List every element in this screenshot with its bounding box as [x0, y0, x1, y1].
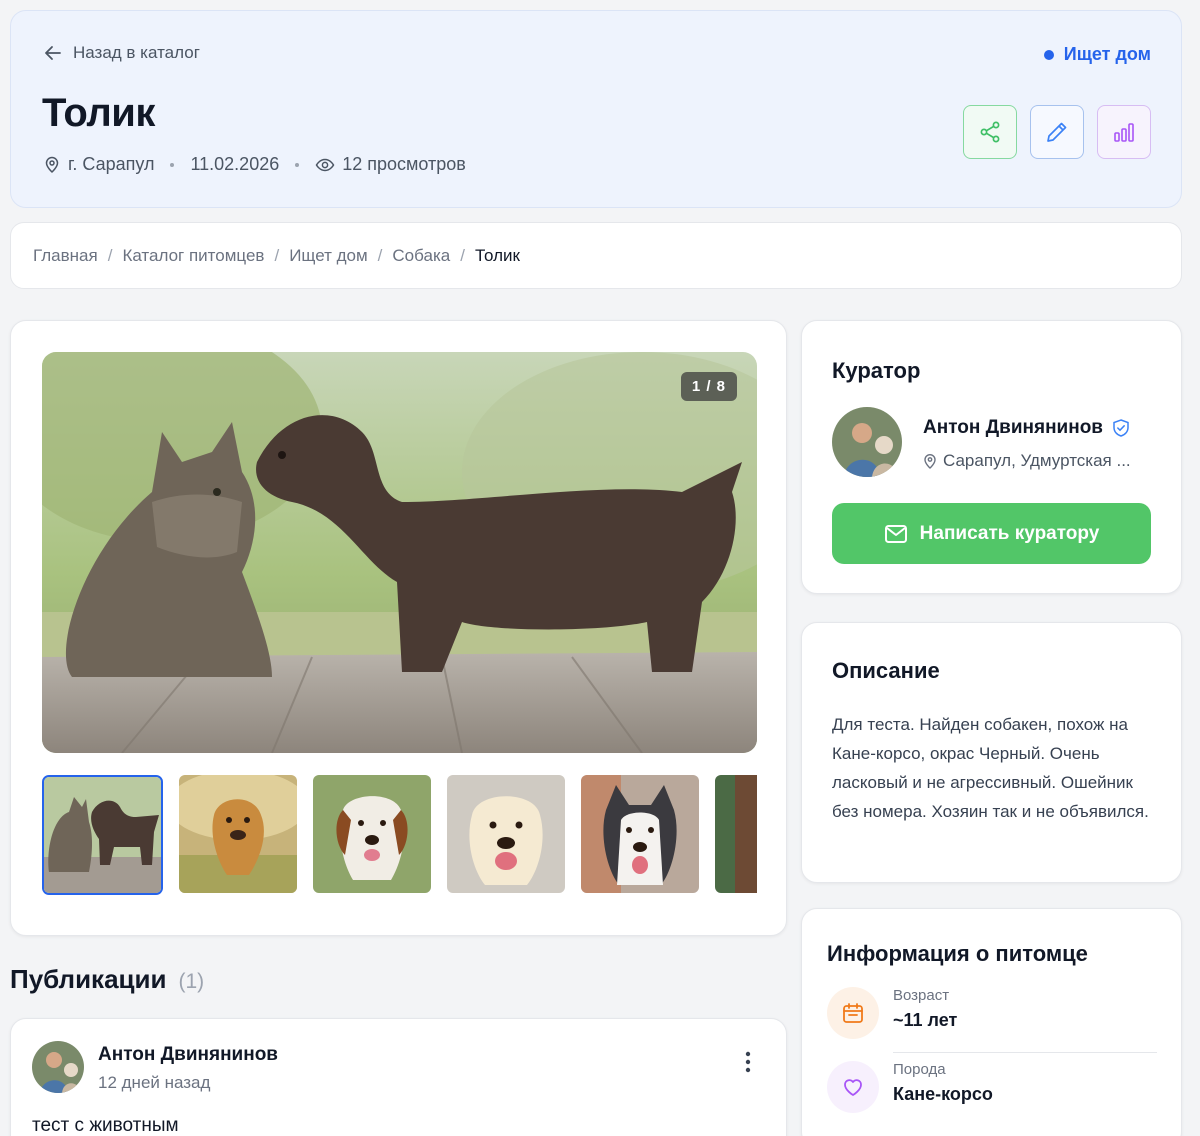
thumbnail-5[interactable]	[581, 775, 699, 893]
eye-icon	[315, 158, 335, 171]
breadcrumb-separator: /	[274, 245, 280, 265]
curator-location-text: Сарапул, Удмуртская ...	[943, 451, 1131, 470]
curator-card: Куратор Антон Двинянинов Сарапул, Удмурт…	[801, 320, 1182, 594]
thumbnail-3[interactable]	[313, 775, 431, 893]
post-menu-button[interactable]	[744, 1051, 752, 1073]
thumbnail-image	[313, 775, 431, 893]
verified-shield-icon	[1113, 419, 1129, 437]
edit-button[interactable]	[1030, 105, 1084, 159]
info-label: Возраст	[893, 987, 950, 1004]
curator-name[interactable]: Антон Двинянинов	[923, 417, 1103, 439]
breadcrumb-separator: /	[377, 245, 383, 265]
meta-separator	[170, 162, 175, 167]
thumbnail-strip	[42, 775, 757, 895]
curator-location: Сарапул, Удмуртская ...	[923, 451, 1153, 471]
thumbnail-image	[581, 775, 699, 893]
calendar-icon	[827, 987, 879, 1039]
info-row-breed: Порода Кане-корсо	[827, 1061, 1157, 1121]
avatar-image	[32, 1041, 84, 1093]
thumbnail-image	[44, 777, 161, 893]
curator-title: Куратор	[832, 358, 921, 383]
thumbnail-1[interactable]	[42, 775, 163, 895]
breadcrumb-current: Толик	[474, 245, 520, 265]
avatar-image	[832, 407, 902, 477]
thumbnail-4[interactable]	[447, 775, 565, 893]
description-card: Описание Для теста. Найден собакен, похо…	[801, 622, 1182, 883]
breadcrumb-item[interactable]: Главная	[33, 246, 98, 266]
breadcrumb-item[interactable]: Собака	[392, 246, 450, 266]
main-photo[interactable]: 1 / 8	[42, 352, 757, 753]
bar-chart-icon	[1114, 123, 1134, 142]
location-pin-icon	[924, 454, 936, 469]
curator-name-row: Антон Двинянинов	[923, 417, 1131, 439]
pet-header: Назад в каталог Ищет дом Толик г. Сарапу…	[10, 10, 1182, 208]
views-text: 12 просмотров	[342, 154, 466, 174]
thumbnail-image	[179, 775, 297, 893]
info-label: Порода	[893, 1061, 946, 1078]
info-row-age: Возраст ~11 лет	[827, 987, 1157, 1053]
back-to-catalog-link[interactable]: Назад в каталог	[43, 43, 200, 63]
thumbnail-6[interactable]	[715, 775, 757, 893]
publication-post: Антон Двинянинов 12 дней назад тест с жи…	[10, 1018, 787, 1136]
pet-info-title: Информация о питомце	[827, 941, 1088, 966]
pet-info-card: Информация о питомце Возраст ~11 лет Пор…	[801, 908, 1182, 1136]
statistics-button[interactable]	[1097, 105, 1151, 159]
share-icon	[980, 121, 1000, 143]
breadcrumb-item[interactable]: Каталог питомцев	[122, 246, 264, 266]
meta-views: 12 просмотров	[315, 154, 466, 175]
write-to-curator-button[interactable]: Написать куратору	[832, 503, 1151, 564]
status-label: Ищет дом	[1063, 44, 1151, 64]
share-button[interactable]	[963, 105, 1017, 159]
location-pin-icon	[45, 156, 59, 173]
status-badge: Ищет дом	[1043, 44, 1151, 65]
publications-count: (1)	[178, 970, 205, 993]
publications-title: Публикации	[10, 964, 167, 994]
photo-gallery: 1 / 8	[10, 320, 787, 936]
post-author-avatar[interactable]	[32, 1041, 84, 1093]
description-title: Описание	[832, 658, 940, 683]
header-actions	[963, 105, 1151, 159]
status-dot-icon	[1043, 49, 1054, 60]
breadcrumb-separator: /	[460, 245, 465, 265]
back-label: Назад в каталог	[73, 43, 200, 62]
post-author-name[interactable]: Антон Двинянинов	[98, 1044, 278, 1066]
pencil-icon	[1047, 122, 1067, 142]
meta-city: г. Сарапул	[43, 154, 154, 175]
post-text: тест с животным	[32, 1115, 179, 1136]
meta-separator	[295, 162, 300, 167]
divider	[893, 1052, 1157, 1053]
breadcrumb: Главная / Каталог питомцев / Ищет дом / …	[10, 222, 1182, 289]
more-vertical-icon	[745, 1051, 751, 1073]
info-value: Кане-корсо	[893, 1084, 993, 1104]
info-value: ~11 лет	[893, 1010, 958, 1030]
thumbnail-image	[447, 775, 565, 893]
write-button-label: Написать куратору	[919, 522, 1100, 544]
date-text: 11.02.2026	[190, 154, 280, 174]
breadcrumb-item[interactable]: Ищет дом	[289, 246, 367, 266]
heart-icon	[827, 1061, 879, 1113]
city-text: г. Сарапул	[68, 154, 155, 174]
post-time: 12 дней назад	[98, 1073, 211, 1092]
page-title: Толик	[42, 91, 155, 135]
breadcrumb-separator: /	[107, 245, 113, 265]
photo-cat-and-puppy	[42, 352, 757, 753]
mail-icon	[884, 524, 907, 543]
pet-meta: г. Сарапул 11.02.2026 12 просмотров	[43, 154, 466, 175]
thumbnail-image	[715, 775, 757, 893]
publications-heading: Публикации (1)	[10, 964, 204, 995]
description-text: Для теста. Найден собакен, похож на Кане…	[832, 715, 1149, 821]
photo-counter: 1 / 8	[680, 372, 737, 401]
curator-avatar[interactable]	[832, 407, 902, 477]
thumbnail-2[interactable]	[179, 775, 297, 893]
arrow-left-icon	[45, 46, 61, 60]
